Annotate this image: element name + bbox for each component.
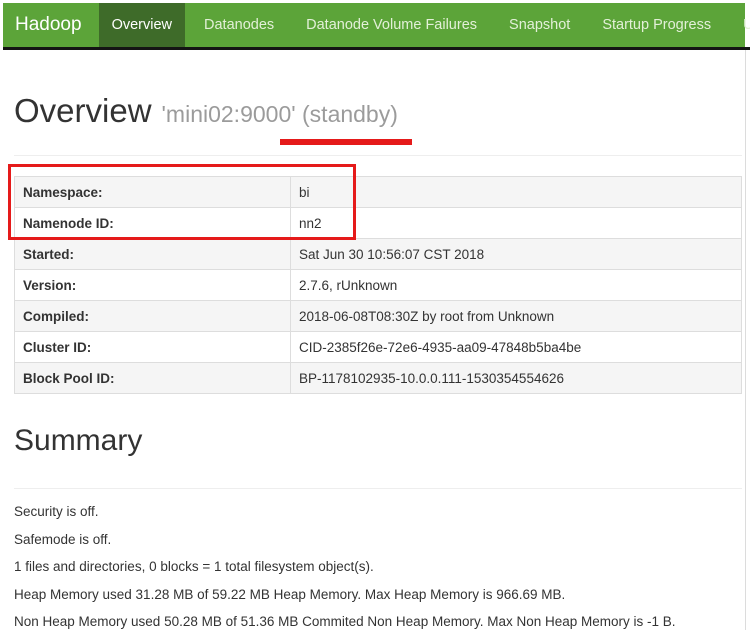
page-title-text: Overview [14, 92, 152, 129]
summary-line-safemode: Safemode is off. [14, 531, 112, 547]
summary-line-non-heap-memory: Non Heap Memory used 50.28 MB of 51.36 M… [14, 614, 676, 629]
nav-item-utilities[interactable]: Utilities [730, 3, 750, 47]
row-label: Started: [14, 238, 291, 270]
summary-heading: Summary [14, 424, 143, 457]
nav-item-startup-progress[interactable]: Startup Progress [589, 3, 724, 47]
row-label: Cluster ID: [14, 331, 291, 363]
top-navbar: Hadoop Overview Datanodes Datanode Volum… [3, 3, 750, 47]
hadoop-brand[interactable]: Hadoop [3, 3, 99, 47]
nav-item-utilities-label: Utilities [743, 17, 750, 33]
title-divider [14, 155, 742, 156]
summary-section: Security is off. Safemode is off. 1 file… [14, 504, 742, 630]
hadoop-overview-page: Hadoop Overview Datanodes Datanode Volum… [0, 0, 750, 630]
nav-item-snapshot[interactable]: Snapshot [496, 3, 583, 47]
page-title: Overview 'mini02:9000' (standby) [14, 92, 398, 130]
table-row-cluster-id: Cluster ID: CID-2385f26e-72e6-4935-aa09-… [14, 331, 742, 363]
summary-line-heap-memory: Heap Memory used 31.28 MB of 59.22 MB He… [14, 586, 566, 602]
nav-item-overview[interactable]: Overview [98, 3, 185, 47]
row-label: Compiled: [14, 300, 291, 332]
table-row-started: Started: Sat Jun 30 10:56:07 CST 2018 [14, 238, 742, 270]
summary-divider [14, 488, 742, 489]
row-value: Sat Jun 30 10:56:07 CST 2018 [290, 238, 742, 270]
row-label: Namenode ID: [14, 207, 291, 239]
page-subtitle: 'mini02:9000' (standby) [161, 101, 398, 127]
table-row-namenode-id: Namenode ID: nn2 [14, 207, 742, 239]
row-label: Version: [14, 269, 291, 301]
namenode-info-table: Namespace: bi Namenode ID: nn2 Started: … [14, 176, 742, 394]
table-row-block-pool-id: Block Pool ID: BP-1178102935-10.0.0.111-… [14, 362, 742, 394]
table-row-compiled: Compiled: 2018-06-08T08:30Z by root from… [14, 300, 742, 332]
table-row-namespace: Namespace: bi [14, 176, 742, 208]
nav-item-datanodes[interactable]: Datanodes [191, 3, 287, 47]
row-value: 2.7.6, rUnknown [290, 269, 742, 301]
nav-item-datanode-volume-failures[interactable]: Datanode Volume Failures [293, 3, 490, 47]
row-value: bi [290, 176, 742, 208]
row-label: Namespace: [14, 176, 291, 208]
row-value: BP-1178102935-10.0.0.111-1530354554626 [290, 362, 742, 394]
annotation-standby-underline [280, 139, 412, 145]
navbar-bottom-border [3, 47, 750, 50]
summary-line-filesystem-objects: 1 files and directories, 0 blocks = 1 to… [14, 559, 374, 574]
summary-line-security: Security is off. [14, 504, 99, 519]
row-label: Block Pool ID: [14, 362, 291, 394]
row-value: CID-2385f26e-72e6-4935-aa09-47848b5ba4be [290, 331, 742, 363]
table-row-version: Version: 2.7.6, rUnknown [14, 269, 742, 301]
row-value: 2018-06-08T08:30Z by root from Unknown [290, 300, 742, 332]
page-right-edge [745, 50, 746, 630]
row-value: nn2 [290, 207, 742, 239]
